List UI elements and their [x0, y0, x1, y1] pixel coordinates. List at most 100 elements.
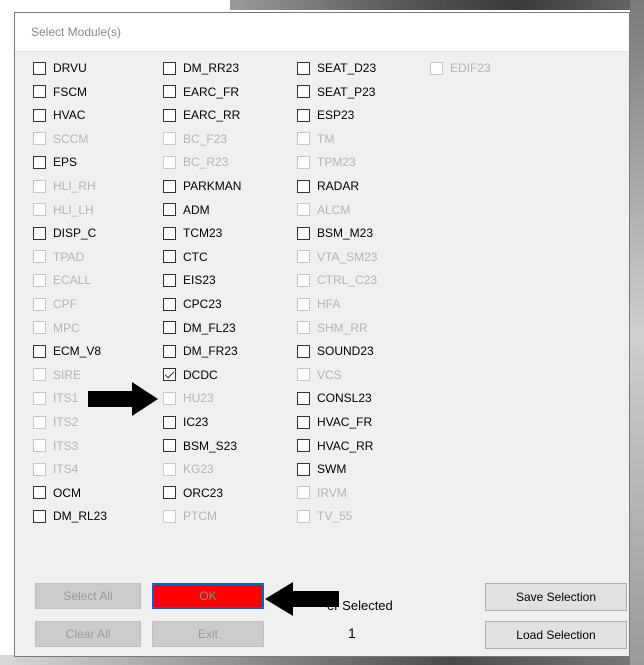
module-checkbox-seat-d23[interactable]: SEAT_D23 — [297, 58, 376, 78]
module-checkbox-bsm-s23[interactable]: BSM_S23 — [163, 436, 237, 456]
module-checkbox-dm-fl23[interactable]: DM_FL23 — [163, 318, 236, 338]
ok-button[interactable]: OK — [152, 583, 264, 609]
checkbox-icon[interactable] — [33, 85, 46, 99]
checkbox-icon — [33, 132, 46, 146]
module-checkbox-adm[interactable]: ADM — [163, 200, 210, 220]
module-label: DM_FR23 — [183, 344, 238, 359]
checkbox-icon[interactable] — [163, 203, 176, 217]
module-checkbox-hvac-rr[interactable]: HVAC_RR — [297, 436, 373, 456]
module-label: SIRE — [53, 367, 82, 382]
module-label: SEAT_D23 — [317, 61, 377, 75]
module-checkbox-esp23[interactable]: ESP23 — [297, 105, 354, 125]
module-checkbox-eis23[interactable]: EIS23 — [163, 270, 216, 290]
save-selection-button[interactable]: Save Selection — [485, 583, 627, 611]
select-all-button[interactable]: Select All — [35, 583, 141, 609]
module-checkbox-ocm[interactable]: OCM — [33, 483, 81, 503]
checkbox-icon[interactable] — [297, 85, 310, 99]
checkbox-icon — [297, 368, 310, 382]
checkbox-icon — [163, 155, 176, 169]
clear-all-button[interactable]: Clear All — [35, 621, 141, 647]
checkbox-icon[interactable] — [33, 226, 46, 240]
checkbox-icon[interactable] — [297, 439, 310, 453]
module-checkbox-consl23[interactable]: CONSL23 — [297, 388, 372, 408]
module-checkbox-bsm-m23[interactable]: BSM_M23 — [297, 223, 373, 243]
module-label: HVAC — [53, 108, 86, 123]
module-checkbox-parkman[interactable]: PARKMAN — [163, 176, 241, 196]
module-checkbox-hvac[interactable]: HVAC — [33, 105, 85, 125]
checkbox-icon[interactable] — [33, 155, 46, 169]
checkbox-icon[interactable] — [163, 415, 176, 429]
background-right — [630, 0, 644, 665]
checkbox-icon — [297, 273, 310, 287]
checkbox-icon[interactable] — [163, 85, 176, 99]
module-checkbox-radar[interactable]: RADAR — [297, 176, 359, 196]
module-checkbox-tcm23[interactable]: TCM23 — [163, 223, 222, 243]
select-module-dialog: Select Module(s) DRVU FSCM HVAC SCCM EPS HLI_… — [14, 12, 630, 657]
checkbox-icon[interactable] — [297, 108, 310, 122]
module-checkbox-drvu[interactable]: DRVU — [33, 58, 87, 78]
module-checkbox-cpf: CPF — [33, 294, 77, 314]
checkbox-icon[interactable] — [163, 486, 176, 500]
checkbox-icon — [33, 321, 46, 335]
checkbox-icon[interactable] — [297, 391, 310, 405]
checkbox-icon — [297, 297, 310, 311]
module-label: ITS3 — [53, 438, 79, 453]
load-selection-button[interactable]: Load Selection — [485, 621, 627, 649]
checkbox-icon[interactable] — [33, 108, 46, 122]
module-checkbox-ic23[interactable]: IC23 — [163, 412, 208, 432]
module-label: PTCM — [183, 509, 217, 524]
module-checkbox-its3: ITS3 — [33, 436, 78, 456]
module-checkbox-disp-c[interactable]: DISP_C — [33, 223, 96, 243]
checkbox-icon[interactable] — [163, 61, 176, 75]
module-checkbox-earc-fr[interactable]: EARC_FR — [163, 82, 239, 102]
module-checkbox-seat-p23[interactable]: SEAT_P23 — [297, 82, 375, 102]
checkbox-icon[interactable] — [297, 226, 310, 240]
module-label: HU23 — [183, 391, 214, 406]
module-checkbox-dm-rl23[interactable]: DM_RL23 — [33, 506, 107, 526]
module-label: ESP23 — [317, 108, 355, 123]
checkbox-icon[interactable] — [163, 297, 176, 311]
checkbox-icon[interactable] — [33, 486, 46, 500]
checkbox-icon[interactable] — [33, 509, 46, 523]
module-checkbox-dcdc[interactable]: DCDC — [163, 365, 218, 385]
module-checkbox-sound23[interactable]: SOUND23 — [297, 341, 374, 361]
module-checkbox-swm[interactable]: SWM — [297, 459, 346, 479]
checkbox-icon[interactable] — [297, 344, 310, 358]
checkbox-icon[interactable] — [163, 321, 176, 335]
background-window-edge — [230, 0, 644, 10]
module-label: CONSL23 — [317, 391, 372, 406]
checkbox-icon[interactable] — [297, 462, 310, 476]
checkbox-icon[interactable] — [163, 226, 176, 240]
module-checkbox-ecm-v8[interactable]: ECM_V8 — [33, 341, 101, 361]
checkbox-icon[interactable] — [163, 179, 176, 193]
checkbox-icon[interactable] — [163, 273, 176, 287]
module-label: TM — [317, 131, 335, 146]
module-checkbox-dm-rr23[interactable]: DM_RR23 — [163, 58, 239, 78]
checkbox-icon[interactable] — [33, 61, 46, 75]
checkbox-icon[interactable] — [163, 344, 176, 358]
checkbox-checked-icon[interactable] — [163, 368, 176, 382]
checkbox-icon[interactable] — [297, 61, 310, 75]
checkbox-icon[interactable] — [297, 179, 310, 193]
module-checkbox-dm-fr23[interactable]: DM_FR23 — [163, 341, 238, 361]
exit-button[interactable]: Exit — [152, 621, 264, 647]
module-checkbox-orc23[interactable]: ORC23 — [163, 483, 223, 503]
module-checkbox-fscm[interactable]: FSCM — [33, 82, 87, 102]
module-label: ITS1 — [53, 391, 79, 406]
module-checkbox-ctc[interactable]: CTC — [163, 247, 208, 267]
checkbox-icon[interactable] — [297, 415, 310, 429]
module-checkbox-vta-sm23: VTA_SM23 — [297, 247, 377, 267]
checkbox-icon — [297, 132, 310, 146]
checkbox-icon[interactable] — [163, 250, 176, 264]
module-checkbox-cpc23[interactable]: CPC23 — [163, 294, 222, 314]
module-label: EDIF23 — [450, 61, 491, 75]
module-checkbox-eps[interactable]: EPS — [33, 152, 77, 172]
module-checkbox-hvac-fr[interactable]: HVAC_FR — [297, 412, 372, 432]
module-label: TPM23 — [317, 155, 356, 170]
checkbox-icon[interactable] — [33, 344, 46, 358]
checkbox-icon — [297, 486, 310, 500]
checkbox-icon[interactable] — [163, 439, 176, 453]
module-checkbox-earc-rr[interactable]: EARC_RR — [163, 105, 240, 125]
checkbox-icon[interactable] — [163, 108, 176, 122]
module-checkbox-ctrl-c23: CTRL_C23 — [297, 270, 377, 290]
